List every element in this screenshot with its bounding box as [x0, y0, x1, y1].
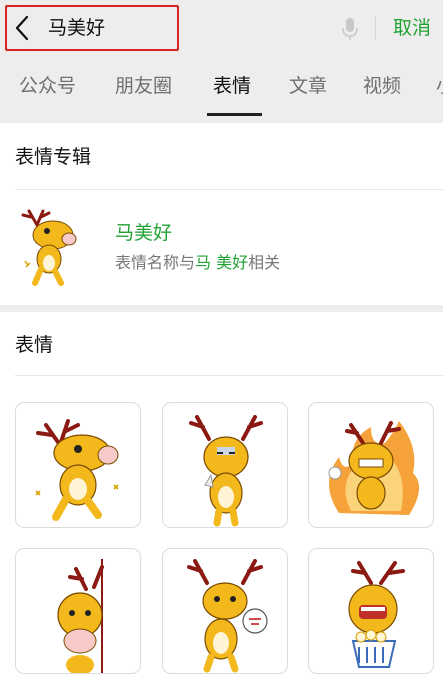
tab-mini-programs[interactable]: 小	[436, 72, 443, 100]
sticker-item[interactable]	[308, 402, 434, 528]
deer-sticker-sneeze-icon	[189, 415, 263, 527]
section-divider	[15, 375, 443, 376]
search-divider	[375, 16, 376, 40]
album-description: 表情名称与马 美好相关	[115, 252, 280, 274]
section-title-album: 表情专辑	[15, 146, 92, 168]
deer-sticker-popcorn-icon	[348, 561, 405, 668]
tab-stickers[interactable]: 表情	[213, 72, 251, 100]
sticker-section: 表情	[0, 312, 443, 680]
tab-articles[interactable]: 文章	[289, 72, 327, 100]
section-title-stickers: 表情	[15, 334, 54, 356]
sticker-item[interactable]	[162, 548, 288, 674]
sticker-item[interactable]	[162, 402, 288, 528]
deer-sticker-wall-peek-icon	[57, 559, 104, 673]
search-input[interactable]: 马美好	[48, 14, 105, 42]
deer-sticker-fire-icon	[328, 421, 420, 515]
sticker-item[interactable]	[308, 548, 434, 674]
deer-sticker-peeking-icon	[35, 419, 119, 521]
album-name: 马美好	[115, 222, 173, 244]
tab-moments[interactable]: 朋友圈	[115, 72, 172, 100]
sticker-item[interactable]	[15, 548, 141, 674]
tab-videos[interactable]: 视频	[363, 72, 401, 100]
album-list-item[interactable]: 马美好 表情名称与马 美好相关	[0, 190, 443, 304]
album-desc-suffix: 相关	[248, 253, 281, 272]
album-desc-prefix: 表情名称与	[115, 253, 196, 272]
microphone-icon[interactable]	[339, 15, 361, 43]
category-tabs: 公众号 朋友圈 表情 文章 视频 小	[0, 56, 443, 118]
search-bar: 马美好 取消	[0, 0, 443, 56]
sticker-item[interactable]	[15, 402, 141, 528]
cancel-button[interactable]: 取消	[393, 14, 431, 42]
active-tab-indicator	[207, 113, 262, 116]
tab-official-accounts[interactable]: 公众号	[19, 72, 76, 100]
deer-sticker-speech-icon	[187, 559, 268, 673]
deer-album-thumbnail-icon	[21, 209, 77, 286]
sticker-album-section: 表情专辑 马美好 表情名称与马 美好相关	[0, 123, 443, 305]
album-desc-highlight: 马 美好	[195, 253, 249, 272]
